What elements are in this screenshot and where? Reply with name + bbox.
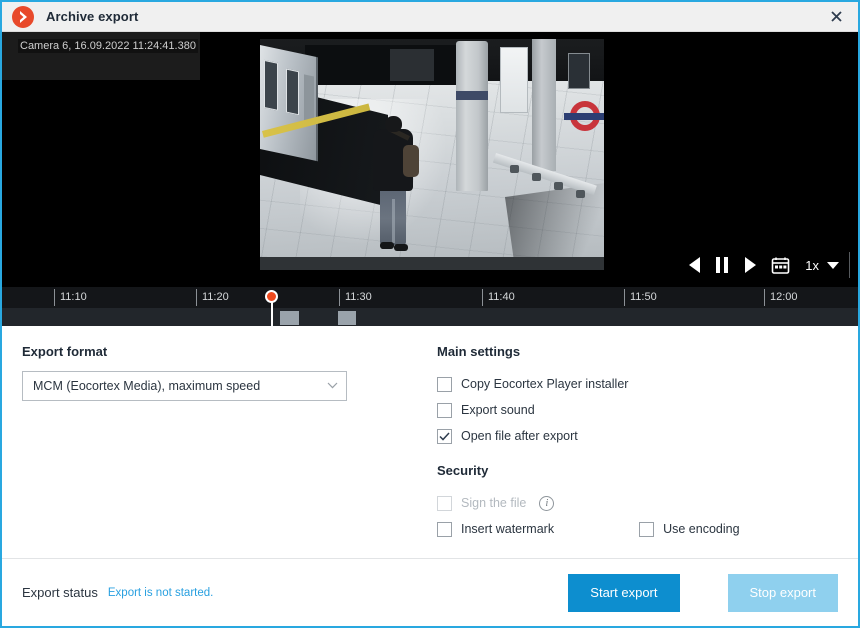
label-copy-installer: Copy Eocortex Player installer bbox=[461, 377, 629, 391]
settings-body: Export format MCM (Eocortex Media), maxi… bbox=[2, 326, 858, 558]
security-title: Security bbox=[437, 463, 489, 478]
timeline-playhead[interactable] bbox=[265, 290, 278, 303]
checkbox-row-sign-the-file: Sign the file i bbox=[437, 490, 838, 516]
checkbox-open-file-after-export[interactable] bbox=[437, 428, 452, 444]
checkbox-row-export-sound[interactable]: Export sound bbox=[437, 397, 838, 423]
label-open-file-after-export: Open file after export bbox=[461, 429, 578, 443]
checkbox-sign-the-file bbox=[437, 495, 452, 511]
timeline-tick-label: 12:00 bbox=[770, 291, 798, 303]
eocortex-arrow-icon bbox=[12, 5, 34, 28]
checkbox-export-sound[interactable] bbox=[437, 402, 452, 418]
checkbox-row-insert-watermark[interactable]: Insert watermark bbox=[437, 516, 554, 542]
timeline-tick bbox=[196, 289, 197, 306]
playback-speed-label[interactable]: 1x bbox=[797, 258, 825, 273]
timeline-tick bbox=[482, 289, 483, 306]
export-format-select[interactable]: MCM (Eocortex Media), maximum speed bbox=[22, 371, 347, 401]
timeline-tick-label: 11:10 bbox=[60, 291, 87, 303]
window-title: Archive export bbox=[46, 9, 139, 24]
chevron-down-icon[interactable] bbox=[827, 261, 839, 269]
export-format-value: MCM (Eocortex Media), maximum speed bbox=[33, 379, 261, 393]
timeline-tick bbox=[624, 289, 625, 306]
camera-label: Camera 6, 16.09.2022 11:24:41.380 bbox=[18, 39, 198, 53]
checkbox-row-use-encoding[interactable]: Use encoding bbox=[639, 516, 740, 542]
timeline-tick bbox=[54, 289, 55, 306]
security-bottom-row: Insert watermark Use encoding bbox=[437, 516, 838, 542]
footer-bar: Export status Export is not started. Sta… bbox=[2, 558, 858, 626]
step-backward-icon[interactable] bbox=[681, 252, 707, 278]
controls-divider bbox=[849, 252, 850, 278]
timeline-tick bbox=[339, 289, 340, 306]
label-sign-the-file: Sign the file bbox=[461, 496, 527, 510]
timeline-tick-label: 11:50 bbox=[630, 291, 657, 303]
timeline-archive-segment[interactable] bbox=[280, 311, 299, 325]
export-status-label: Export status bbox=[22, 585, 98, 600]
pause-icon[interactable] bbox=[709, 252, 735, 278]
checkbox-insert-watermark[interactable] bbox=[437, 521, 452, 537]
stop-export-button: Stop export bbox=[727, 573, 838, 612]
export-format-title: Export format bbox=[22, 344, 108, 359]
player-controls: 1x bbox=[681, 252, 850, 278]
settings-column: Main settings Copy Eocortex Player insta… bbox=[432, 344, 838, 558]
timeline-tick-label: 11:40 bbox=[488, 291, 515, 303]
label-insert-watermark: Insert watermark bbox=[461, 522, 555, 536]
archive-export-dialog: Archive export Camera 6, 16.09.2022 11:2… bbox=[0, 0, 860, 628]
checkbox-copy-installer[interactable] bbox=[437, 376, 452, 392]
settings-spacer bbox=[437, 449, 838, 463]
cctv-frame bbox=[260, 39, 604, 270]
play-icon[interactable] bbox=[737, 252, 763, 278]
export-status-value: Export is not started. bbox=[107, 586, 214, 599]
timeline-tick-label: 11:20 bbox=[202, 291, 229, 303]
timeline-track[interactable] bbox=[2, 308, 858, 327]
export-format-column: Export format MCM (Eocortex Media), maxi… bbox=[22, 344, 432, 558]
info-icon-glyph: i bbox=[545, 497, 549, 509]
timeline-ruler[interactable] bbox=[2, 287, 858, 308]
info-icon[interactable]: i bbox=[539, 495, 555, 511]
label-export-sound: Export sound bbox=[461, 403, 535, 417]
start-export-button[interactable]: Start export bbox=[568, 573, 680, 612]
timeline-tick-label: 11:30 bbox=[345, 291, 372, 303]
main-settings-title: Main settings bbox=[437, 344, 521, 359]
close-icon[interactable] bbox=[814, 2, 858, 31]
checkbox-use-encoding[interactable] bbox=[639, 521, 655, 537]
timeline-tick bbox=[764, 289, 765, 306]
checkbox-row-copy-installer[interactable]: Copy Eocortex Player installer bbox=[437, 371, 838, 397]
timeline[interactable]: 11:10 11:20 11:30 11:40 11:50 12:00 bbox=[2, 286, 858, 327]
label-use-encoding: Use encoding bbox=[663, 522, 740, 536]
title-bar: Archive export bbox=[2, 2, 858, 32]
video-preview[interactable]: Camera 6, 16.09.2022 11:24:41.380 1x bbox=[2, 32, 858, 286]
chevron-down-icon bbox=[327, 380, 338, 392]
timeline-archive-segment[interactable] bbox=[338, 311, 356, 325]
checkbox-row-open-file[interactable]: Open file after export bbox=[437, 423, 838, 449]
calendar-icon[interactable] bbox=[765, 252, 795, 278]
